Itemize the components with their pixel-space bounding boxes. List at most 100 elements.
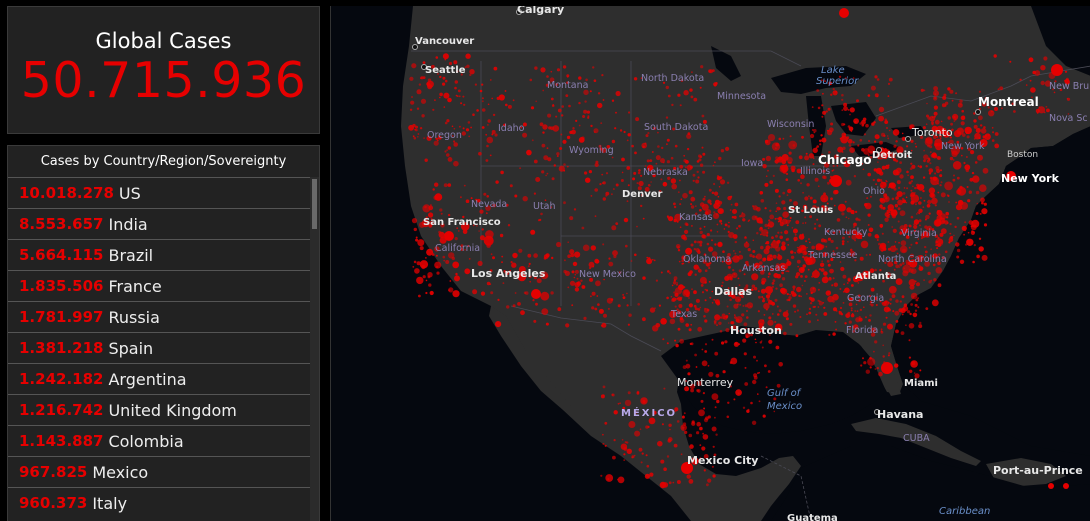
case-bubble[interactable]	[655, 155, 661, 161]
case-bubble[interactable]	[775, 234, 778, 238]
case-bubble[interactable]	[854, 120, 857, 124]
case-bubble[interactable]	[704, 195, 706, 198]
case-bubble[interactable]	[411, 218, 418, 224]
case-bubble[interactable]	[880, 244, 883, 248]
case-bubble[interactable]	[934, 93, 937, 96]
case-bubble[interactable]	[649, 159, 653, 163]
case-bubble[interactable]	[984, 133, 991, 140]
case-bubble[interactable]	[704, 299, 707, 302]
case-bubble[interactable]	[790, 250, 794, 254]
case-bubble[interactable]	[887, 95, 890, 97]
case-bubble[interactable]	[711, 239, 713, 242]
case-bubble[interactable]	[880, 330, 884, 334]
case-bubble[interactable]	[718, 200, 723, 205]
case-bubble[interactable]	[626, 139, 629, 142]
case-bubble[interactable]	[908, 224, 911, 228]
case-bubble[interactable]	[660, 271, 663, 274]
case-bubble[interactable]	[662, 181, 668, 187]
case-bubble[interactable]	[808, 320, 811, 324]
case-bubble[interactable]	[933, 105, 939, 110]
case-bubble[interactable]	[454, 80, 458, 84]
case-bubble[interactable]	[702, 434, 709, 440]
case-bubble[interactable]	[733, 250, 735, 252]
case-bubble[interactable]	[452, 261, 460, 269]
case-bubble[interactable]	[774, 188, 779, 193]
case-bubble[interactable]	[818, 282, 821, 284]
case-bubble[interactable]	[530, 229, 536, 235]
case-bubble[interactable]	[501, 261, 503, 263]
case-bubble[interactable]	[693, 247, 696, 251]
case-bubble[interactable]	[965, 243, 968, 246]
case-bubble[interactable]	[775, 287, 778, 290]
case-bubble[interactable]	[546, 75, 549, 78]
case-bubble[interactable]	[725, 328, 730, 333]
case-bubble[interactable]	[682, 192, 688, 199]
case-bubble[interactable]	[642, 276, 646, 280]
case-bubble[interactable]	[922, 176, 926, 179]
case-bubble[interactable]	[718, 204, 721, 207]
case-bubble[interactable]	[811, 245, 816, 250]
case-bubble[interactable]	[817, 106, 821, 110]
case-bubble[interactable]	[757, 310, 760, 313]
case-bubble[interactable]	[934, 204, 937, 207]
case-bubble[interactable]	[626, 304, 629, 307]
case-bubble[interactable]	[642, 217, 645, 220]
case-bubble[interactable]	[767, 227, 770, 230]
case-bubble[interactable]	[792, 228, 798, 234]
case-bubble[interactable]	[624, 441, 627, 444]
case-bubble[interactable]	[768, 258, 772, 261]
case-bubble[interactable]	[974, 161, 978, 164]
case-bubble[interactable]	[501, 255, 504, 258]
case-bubble[interactable]	[673, 205, 677, 209]
case-bubble[interactable]	[487, 124, 489, 126]
case-bubble[interactable]	[758, 227, 763, 232]
case-bubble[interactable]	[837, 203, 846, 212]
list-item[interactable]: 8.553.657 India	[8, 208, 312, 239]
list-item[interactable]: 1.381.218 Spain	[8, 332, 312, 363]
case-bubble[interactable]	[724, 223, 728, 227]
case-bubble[interactable]	[841, 122, 845, 127]
case-bubble[interactable]	[540, 212, 543, 216]
case-bubble[interactable]	[638, 169, 641, 172]
case-bubble[interactable]	[907, 310, 911, 314]
case-bubble[interactable]	[617, 476, 625, 484]
case-bubble[interactable]	[715, 213, 719, 216]
country-list-scrollbar[interactable]	[310, 177, 319, 521]
case-bubble[interactable]	[975, 128, 981, 133]
case-bubble[interactable]	[905, 324, 907, 327]
case-bubble[interactable]	[827, 237, 831, 241]
case-bubble[interactable]	[619, 402, 621, 405]
case-bubble[interactable]	[655, 323, 661, 328]
case-bubble[interactable]	[898, 186, 901, 189]
case-bubble[interactable]	[481, 228, 484, 231]
case-bubble[interactable]	[714, 299, 720, 305]
case-bubble[interactable]	[949, 232, 952, 235]
case-bubble[interactable]	[566, 165, 569, 168]
case-bubble[interactable]	[899, 161, 902, 165]
case-bubble[interactable]	[845, 179, 852, 186]
case-bubble[interactable]	[600, 122, 603, 124]
case-bubble[interactable]	[438, 231, 445, 238]
case-bubble[interactable]	[816, 218, 819, 221]
case-bubble[interactable]	[419, 127, 423, 130]
case-bubble[interactable]	[883, 134, 886, 137]
case-bubble[interactable]	[895, 299, 899, 303]
case-bubble[interactable]	[514, 292, 517, 294]
case-bubble[interactable]	[465, 53, 471, 59]
case-bubble[interactable]	[819, 143, 822, 146]
case-bubble[interactable]	[825, 110, 828, 113]
case-bubble[interactable]	[480, 291, 486, 296]
case-bubble[interactable]	[819, 262, 825, 267]
case-bubble[interactable]	[446, 153, 450, 157]
case-bubble[interactable]	[507, 224, 511, 227]
case-bubble[interactable]	[753, 287, 758, 291]
case-bubble[interactable]	[779, 164, 788, 173]
case-bubble[interactable]	[591, 306, 595, 310]
case-bubble[interactable]	[566, 135, 571, 140]
case-bubble[interactable]	[583, 316, 587, 320]
case-bubble[interactable]	[927, 199, 932, 205]
case-bubble[interactable]	[694, 273, 697, 276]
case-bubble[interactable]	[673, 218, 677, 223]
case-bubble[interactable]	[767, 370, 771, 373]
case-bubble[interactable]	[652, 258, 654, 261]
